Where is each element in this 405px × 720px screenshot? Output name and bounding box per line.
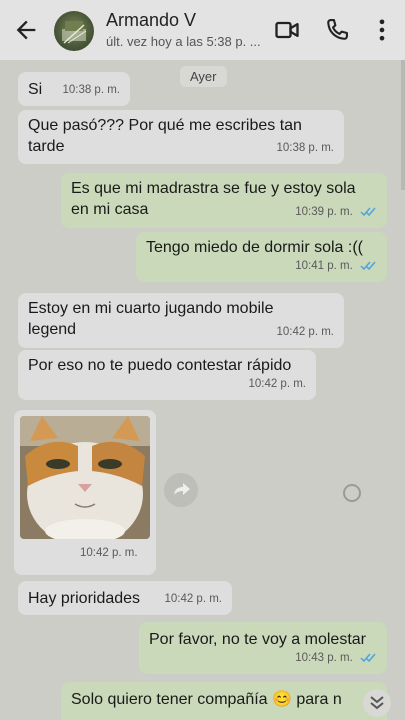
- cat-photo[interactable]: [20, 416, 150, 539]
- message-time: 10:38 p. m.: [62, 84, 120, 96]
- more-vert-icon[interactable]: [368, 16, 396, 44]
- chat-area[interactable]: Ayer Si 10:38 p. m. Que pasó??? Por qué …: [0, 60, 405, 720]
- message-incoming[interactable]: Si 10:38 p. m.: [18, 72, 130, 106]
- chat-header: Armando V últ. vez hoy a las 5:38 p. ...: [0, 0, 405, 60]
- message-time: 10:42 p. m.: [248, 378, 306, 390]
- back-arrow-icon[interactable]: [12, 16, 40, 44]
- phone-icon[interactable]: [323, 16, 351, 44]
- message-text: Solo quiero tener compañía 😊 para n: [71, 691, 342, 708]
- read-ticks-icon: [360, 207, 376, 217]
- message-outgoing[interactable]: Tengo miedo de dormir sola :(( 10:41 p. …: [136, 232, 387, 282]
- message-time: 10:38 p. m.: [276, 142, 334, 154]
- message-incoming[interactable]: Por eso no te puedo contestar rápido 10:…: [18, 350, 316, 400]
- message-outgoing[interactable]: Es que mi madrastra se fue y estoy sola …: [61, 173, 387, 228]
- message-image[interactable]: 10:42 p. m.: [14, 410, 156, 575]
- message-time: 10:42 p. m.: [164, 593, 222, 605]
- message-text: Tengo miedo de dormir sola :((: [146, 239, 363, 256]
- select-radio[interactable]: [343, 484, 361, 502]
- message-incoming[interactable]: Hay prioridades 10:42 p. m.: [18, 581, 232, 615]
- read-ticks-icon: [360, 261, 376, 271]
- message-outgoing[interactable]: Por favor, no te voy a molestar 10:43 p.…: [139, 622, 387, 674]
- message-time: 10:41 p. m.: [295, 260, 353, 272]
- scrollbar[interactable]: [401, 60, 405, 190]
- avatar[interactable]: [54, 11, 94, 51]
- message-text: Estoy en mi cuarto jugando mobile legend: [28, 300, 274, 338]
- message-time: 10:42 p. m.: [80, 547, 138, 559]
- last-seen-status[interactable]: últ. vez hoy a las 5:38 p. ...: [106, 34, 261, 49]
- forward-icon[interactable]: [164, 473, 198, 507]
- message-text: Por favor, no te voy a molestar: [149, 631, 366, 648]
- message-meta: 10:39 p. m.: [295, 202, 377, 223]
- video-call-icon[interactable]: [273, 16, 301, 44]
- message-time: 10:42 p. m.: [276, 326, 334, 338]
- message-text: Que pasó??? Por qué me escribes tan tard…: [28, 117, 302, 155]
- message-time: 10:43 p. m.: [295, 652, 353, 664]
- read-ticks-icon: [360, 653, 376, 663]
- message-meta: 10:41 p. m.: [295, 256, 377, 277]
- message-time: 10:39 p. m.: [295, 206, 353, 218]
- chevron-down-icon[interactable]: [362, 688, 392, 718]
- date-chip: Ayer: [180, 66, 227, 87]
- message-incoming[interactable]: Que pasó??? Por qué me escribes tan tard…: [18, 110, 344, 164]
- message-meta: 10:43 p. m.: [295, 648, 377, 669]
- message-incoming[interactable]: Estoy en mi cuarto jugando mobile legend…: [18, 293, 344, 348]
- message-text: Por eso no te puedo contestar rápido: [28, 357, 292, 374]
- contact-name[interactable]: Armando V: [106, 10, 196, 31]
- message-outgoing[interactable]: Solo quiero tener compañía 😊 para n: [61, 682, 387, 720]
